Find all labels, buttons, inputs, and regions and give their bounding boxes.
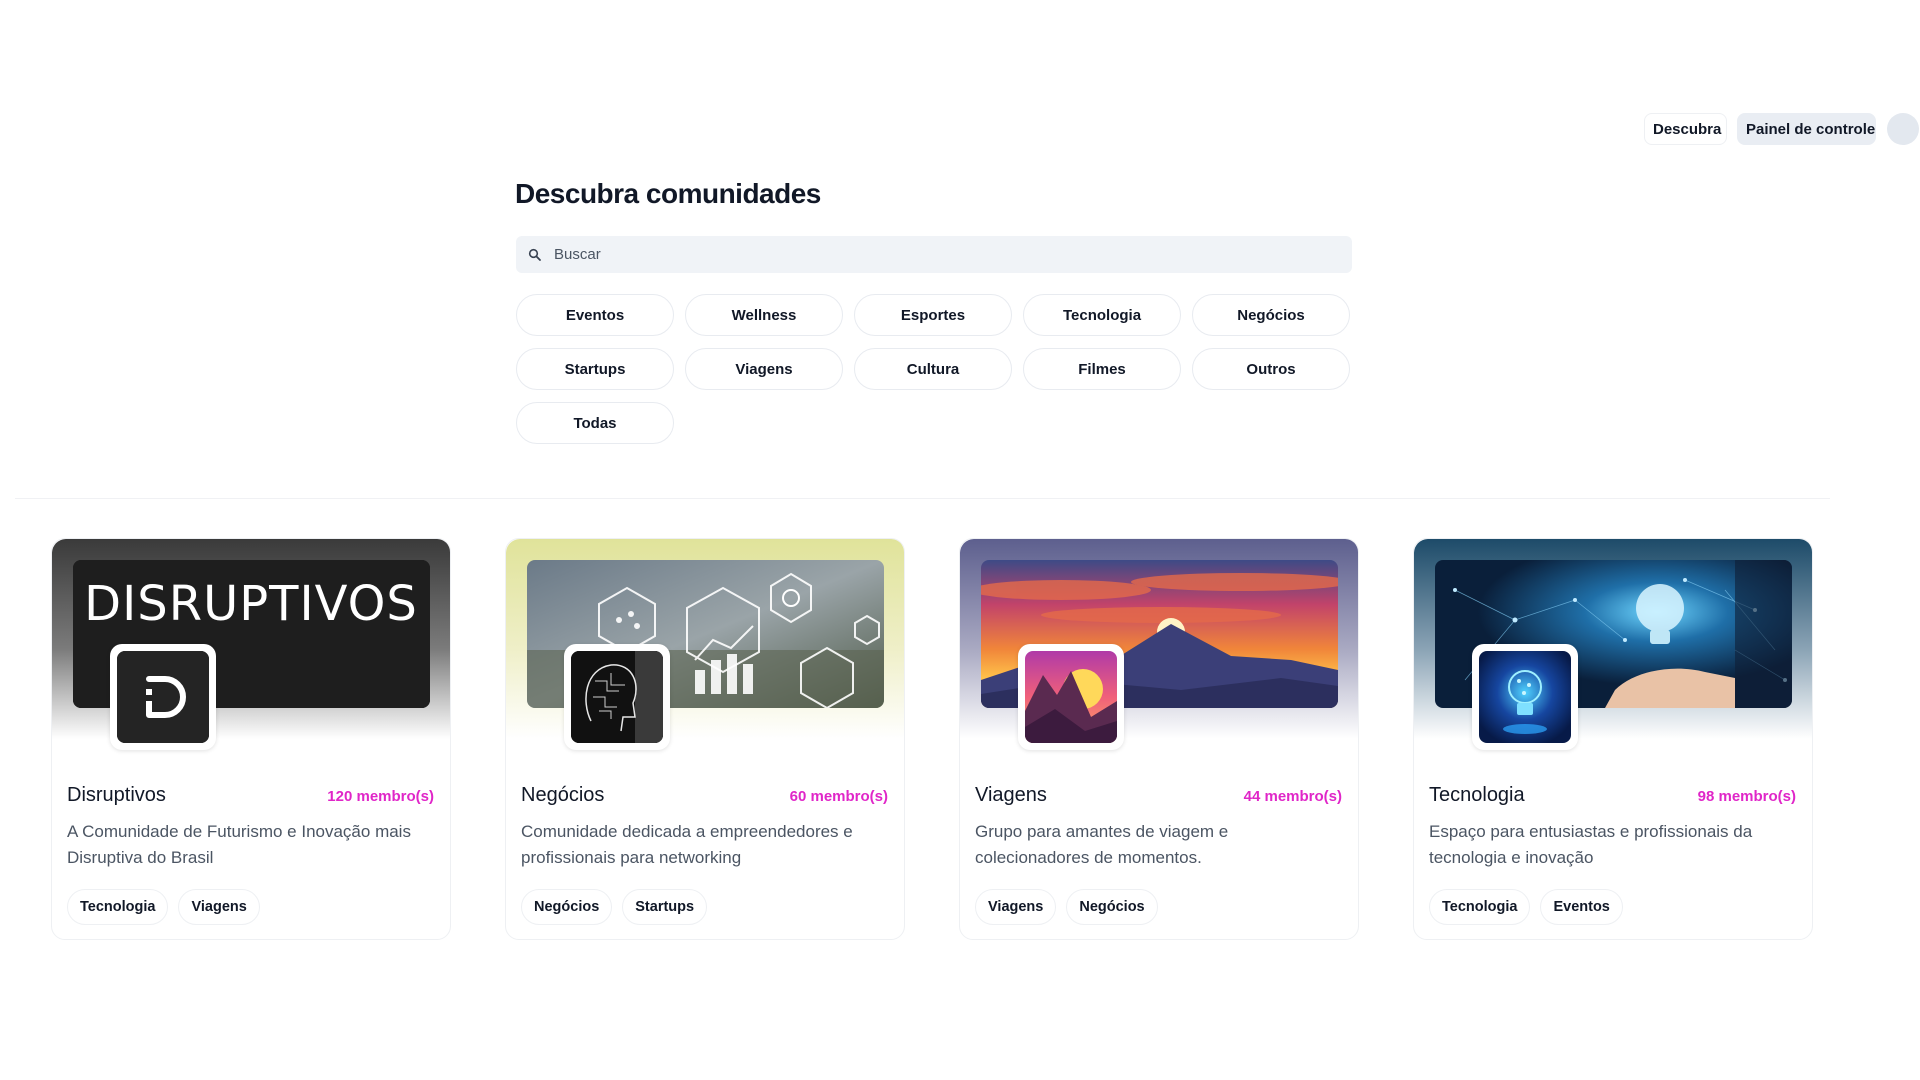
category-chip-startups[interactable]: Startups (516, 348, 674, 390)
category-chip-esportes[interactable]: Esportes (854, 294, 1012, 336)
community-name: Viagens (975, 784, 1047, 806)
category-chip-viagens[interactable]: Viagens (685, 348, 843, 390)
community-tag[interactable]: Viagens (975, 889, 1057, 925)
category-chip-wellness[interactable]: Wellness (685, 294, 843, 336)
community-tag[interactable]: Negócios (1066, 889, 1158, 925)
community-card[interactable]: DISRUPTIVOS Disruptivos 120 membro(s) A … (51, 538, 451, 940)
community-logo (110, 644, 216, 750)
category-filter: Eventos Wellness Esportes Tecnologia Neg… (516, 294, 1356, 444)
category-chip-eventos[interactable]: Eventos (516, 294, 674, 336)
member-count: 120 membro(s) (327, 788, 434, 805)
community-logo (1018, 644, 1124, 750)
community-name: Negócios (521, 784, 605, 806)
community-logo (564, 644, 670, 750)
community-card[interactable]: Negócios 60 membro(s) Comunidade dedicad… (505, 538, 905, 940)
community-tags: Negócios Startups (521, 889, 708, 925)
category-chip-cultura[interactable]: Cultura (854, 348, 1012, 390)
community-tag[interactable]: Startups (622, 889, 708, 925)
sunset-peaks-icon (1025, 651, 1117, 743)
search-input[interactable] (554, 246, 1344, 263)
page-title: Descubra comunidades (515, 178, 821, 209)
community-description: Espaço para entusiastas e profissionais … (1429, 822, 1753, 867)
nav-dashboard-button[interactable]: Painel de controle (1737, 113, 1876, 145)
community-tag[interactable]: Eventos (1540, 889, 1623, 925)
member-count: 60 membro(s) (789, 788, 888, 805)
search-bar[interactable] (516, 236, 1352, 273)
disruptivos-logo-icon (117, 651, 209, 743)
member-count: 44 membro(s) (1243, 788, 1342, 805)
community-tag[interactable]: Viagens (178, 889, 260, 925)
glowing-bulb-icon (1479, 651, 1571, 743)
top-nav: Descubra Painel de controle (0, 113, 1920, 145)
community-description: Comunidade dedicada a empreendedores e p… (521, 822, 853, 867)
community-name: Tecnologia (1429, 784, 1525, 806)
user-avatar[interactable] (1887, 113, 1919, 145)
community-tags: Tecnologia Eventos (1429, 889, 1623, 925)
community-tag[interactable]: Tecnologia (67, 889, 169, 925)
community-description: Grupo para amantes de viagem e coleciona… (975, 822, 1229, 867)
search-icon (528, 248, 541, 261)
nav-discover-button[interactable]: Descubra (1644, 113, 1727, 145)
category-chip-outros[interactable]: Outros (1192, 348, 1350, 390)
community-list: DISRUPTIVOS Disruptivos 120 membro(s) A … (51, 538, 1813, 940)
category-chip-filmes[interactable]: Filmes (1023, 348, 1181, 390)
section-divider (15, 498, 1830, 499)
community-logo (1472, 644, 1578, 750)
community-tags: Viagens Negócios (975, 889, 1158, 925)
community-tag[interactable]: Negócios (521, 889, 613, 925)
community-card[interactable]: Tecnologia 98 membro(s) Espaço para entu… (1413, 538, 1813, 940)
community-tag[interactable]: Tecnologia (1429, 889, 1531, 925)
category-chip-tecnologia[interactable]: Tecnologia (1023, 294, 1181, 336)
category-chip-todas[interactable]: Todas (516, 402, 674, 444)
community-card[interactable]: Viagens 44 membro(s) Grupo para amantes … (959, 538, 1359, 940)
banner-logo-text: DISRUPTIVOS (84, 576, 418, 632)
ai-head-icon (571, 651, 663, 743)
community-description: A Comunidade de Futurismo e Inovação mai… (67, 822, 411, 867)
category-chip-negocios[interactable]: Negócios (1192, 294, 1350, 336)
community-tags: Tecnologia Viagens (67, 889, 260, 925)
member-count: 98 membro(s) (1697, 788, 1796, 805)
community-name: Disruptivos (67, 784, 166, 806)
